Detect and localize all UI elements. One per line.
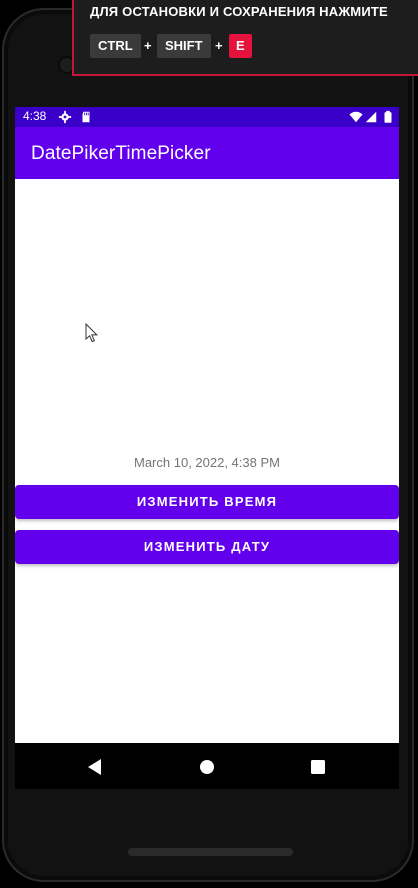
battery-icon [384, 110, 392, 123]
back-icon[interactable] [84, 756, 106, 778]
recording-instruction: ДЛЯ ОСТАНОВКИ И СОХРАНЕНИЯ НАЖМИТЕ [90, 4, 388, 19]
bottom-speaker [128, 848, 293, 856]
change-date-button[interactable]: ИЗМЕНИТЬ ДАТУ [15, 530, 399, 564]
plus-separator: + [215, 38, 223, 53]
signal-icon [365, 111, 377, 123]
app-bar: DatePikerTimePicker [15, 127, 399, 179]
shift-key: SHIFT [157, 34, 211, 58]
ctrl-key: CTRL [90, 34, 141, 58]
home-icon[interactable] [196, 756, 218, 778]
wifi-icon [349, 111, 363, 123]
app-title: DatePikerTimePicker [31, 143, 211, 164]
sd-card-icon [82, 111, 90, 123]
settings-icon [58, 110, 72, 124]
device-screen: 4:38 DatePikerTimePicker March 10, 2022,… [15, 107, 399, 743]
status-time: 4:38 [23, 109, 47, 123]
e-key: E [229, 34, 252, 58]
plus-separator: + [144, 38, 152, 53]
change-time-button[interactable]: ИЗМЕНИТЬ ВРЕМЯ [15, 485, 399, 519]
mouse-cursor-icon [85, 323, 98, 343]
navigation-bar [15, 743, 399, 789]
emulator-stage: 4:38 DatePikerTimePicker March 10, 2022,… [0, 0, 418, 888]
current-datetime-label: March 10, 2022, 4:38 PM [134, 455, 280, 470]
recording-overlay: ДЛЯ ОСТАНОВКИ И СОХРАНЕНИЯ НАЖМИТЕ CTRL … [72, 0, 418, 76]
main-content: March 10, 2022, 4:38 PM ИЗМЕНИТЬ ВРЕМЯ И… [15, 179, 399, 743]
status-bar: 4:38 [15, 107, 399, 127]
recents-icon[interactable] [307, 756, 329, 778]
